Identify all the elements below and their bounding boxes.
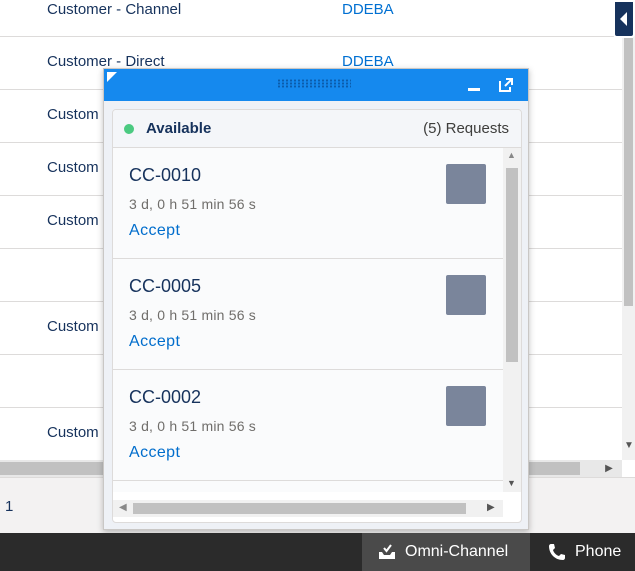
scroll-up-arrow-icon[interactable]: ▲: [507, 150, 516, 160]
account-type-cell: Custom: [47, 424, 99, 441]
panel-corner-flag: [107, 72, 117, 82]
inbox-tray-icon: [379, 544, 395, 559]
minimize-button[interactable]: [466, 77, 482, 93]
work-request-list: CC-0010 3 d, 0 h 51 min 56 s Accept CC-0…: [113, 148, 503, 492]
scrollbar-thumb[interactable]: [506, 168, 518, 362]
list-vertical-scrollbar[interactable]: ▲ ▼: [503, 148, 521, 492]
work-request-item[interactable]: [113, 481, 503, 492]
work-request-item[interactable]: CC-0005 3 d, 0 h 51 min 56 s Accept: [113, 259, 503, 370]
page-number: 1: [5, 498, 14, 515]
presence-status-label[interactable]: Available: [146, 120, 211, 137]
utility-bar: Omni-Channel Phone: [0, 533, 635, 571]
drag-handle-icon[interactable]: [277, 79, 351, 88]
work-request-item[interactable]: CC-0002 3 d, 0 h 51 min 56 s Accept: [113, 370, 503, 481]
work-request-item[interactable]: CC-0010 3 d, 0 h 51 min 56 s Accept: [113, 148, 503, 259]
work-title[interactable]: CC-0002: [129, 387, 201, 408]
work-type-icon: [446, 275, 486, 315]
phone-icon: [549, 544, 565, 560]
requests-count: (5) Requests: [423, 120, 509, 137]
presence-status-bar[interactable]: Available (5) Requests: [113, 110, 521, 148]
phone-label: Phone: [575, 543, 622, 560]
scrollbar-thumb[interactable]: [624, 38, 633, 306]
utility-item-phone[interactable]: Phone: [532, 533, 635, 571]
accept-button[interactable]: Accept: [129, 444, 180, 462]
omni-channel-panel: Available (5) Requests CC-0010 3 d, 0 h …: [103, 68, 529, 530]
work-type-icon: [446, 386, 486, 426]
popout-button[interactable]: [497, 76, 515, 94]
available-status-icon: [124, 124, 134, 134]
account-type-cell: Custom: [47, 212, 99, 229]
scrollbar-thumb[interactable]: [133, 503, 466, 514]
scroll-down-arrow-icon[interactable]: ▼: [624, 439, 634, 453]
scroll-left-arrow-icon[interactable]: ◀: [119, 502, 127, 513]
page-vertical-scrollbar[interactable]: ▼: [622, 0, 635, 460]
account-type-cell: Custom: [47, 318, 99, 335]
panel-header[interactable]: [104, 69, 528, 101]
accept-button[interactable]: Accept: [129, 333, 180, 351]
owner-link[interactable]: DDEBA: [342, 1, 394, 18]
list-horizontal-scrollbar[interactable]: ◀ ▶: [113, 500, 503, 517]
work-type-icon: [446, 164, 486, 204]
wait-time: 3 d, 0 h 51 min 56 s: [129, 196, 256, 212]
omni-channel-label: Omni-Channel: [405, 543, 509, 560]
table-row[interactable]: Customer - Channel DDEBA: [0, 0, 622, 37]
collapse-panel-tab[interactable]: [613, 0, 635, 38]
scroll-down-arrow-icon[interactable]: ▼: [507, 478, 516, 488]
popout-icon: [499, 78, 513, 92]
accept-button[interactable]: Accept: [129, 222, 180, 240]
account-type-cell: Custom: [47, 159, 99, 176]
wait-time: 3 d, 0 h 51 min 56 s: [129, 418, 256, 434]
work-title[interactable]: CC-0010: [129, 165, 201, 186]
omni-work-card: Available (5) Requests CC-0010 3 d, 0 h …: [112, 109, 522, 523]
scroll-right-arrow-icon[interactable]: ▶: [602, 462, 616, 475]
account-type-cell: Customer - Channel: [47, 1, 182, 18]
wait-time: 3 d, 0 h 51 min 56 s: [129, 307, 256, 323]
scroll-right-arrow-icon[interactable]: ▶: [487, 502, 495, 513]
work-title[interactable]: CC-0005: [129, 276, 201, 297]
utility-item-omni-channel[interactable]: Omni-Channel: [362, 533, 530, 571]
account-type-cell: Custom: [47, 106, 99, 123]
